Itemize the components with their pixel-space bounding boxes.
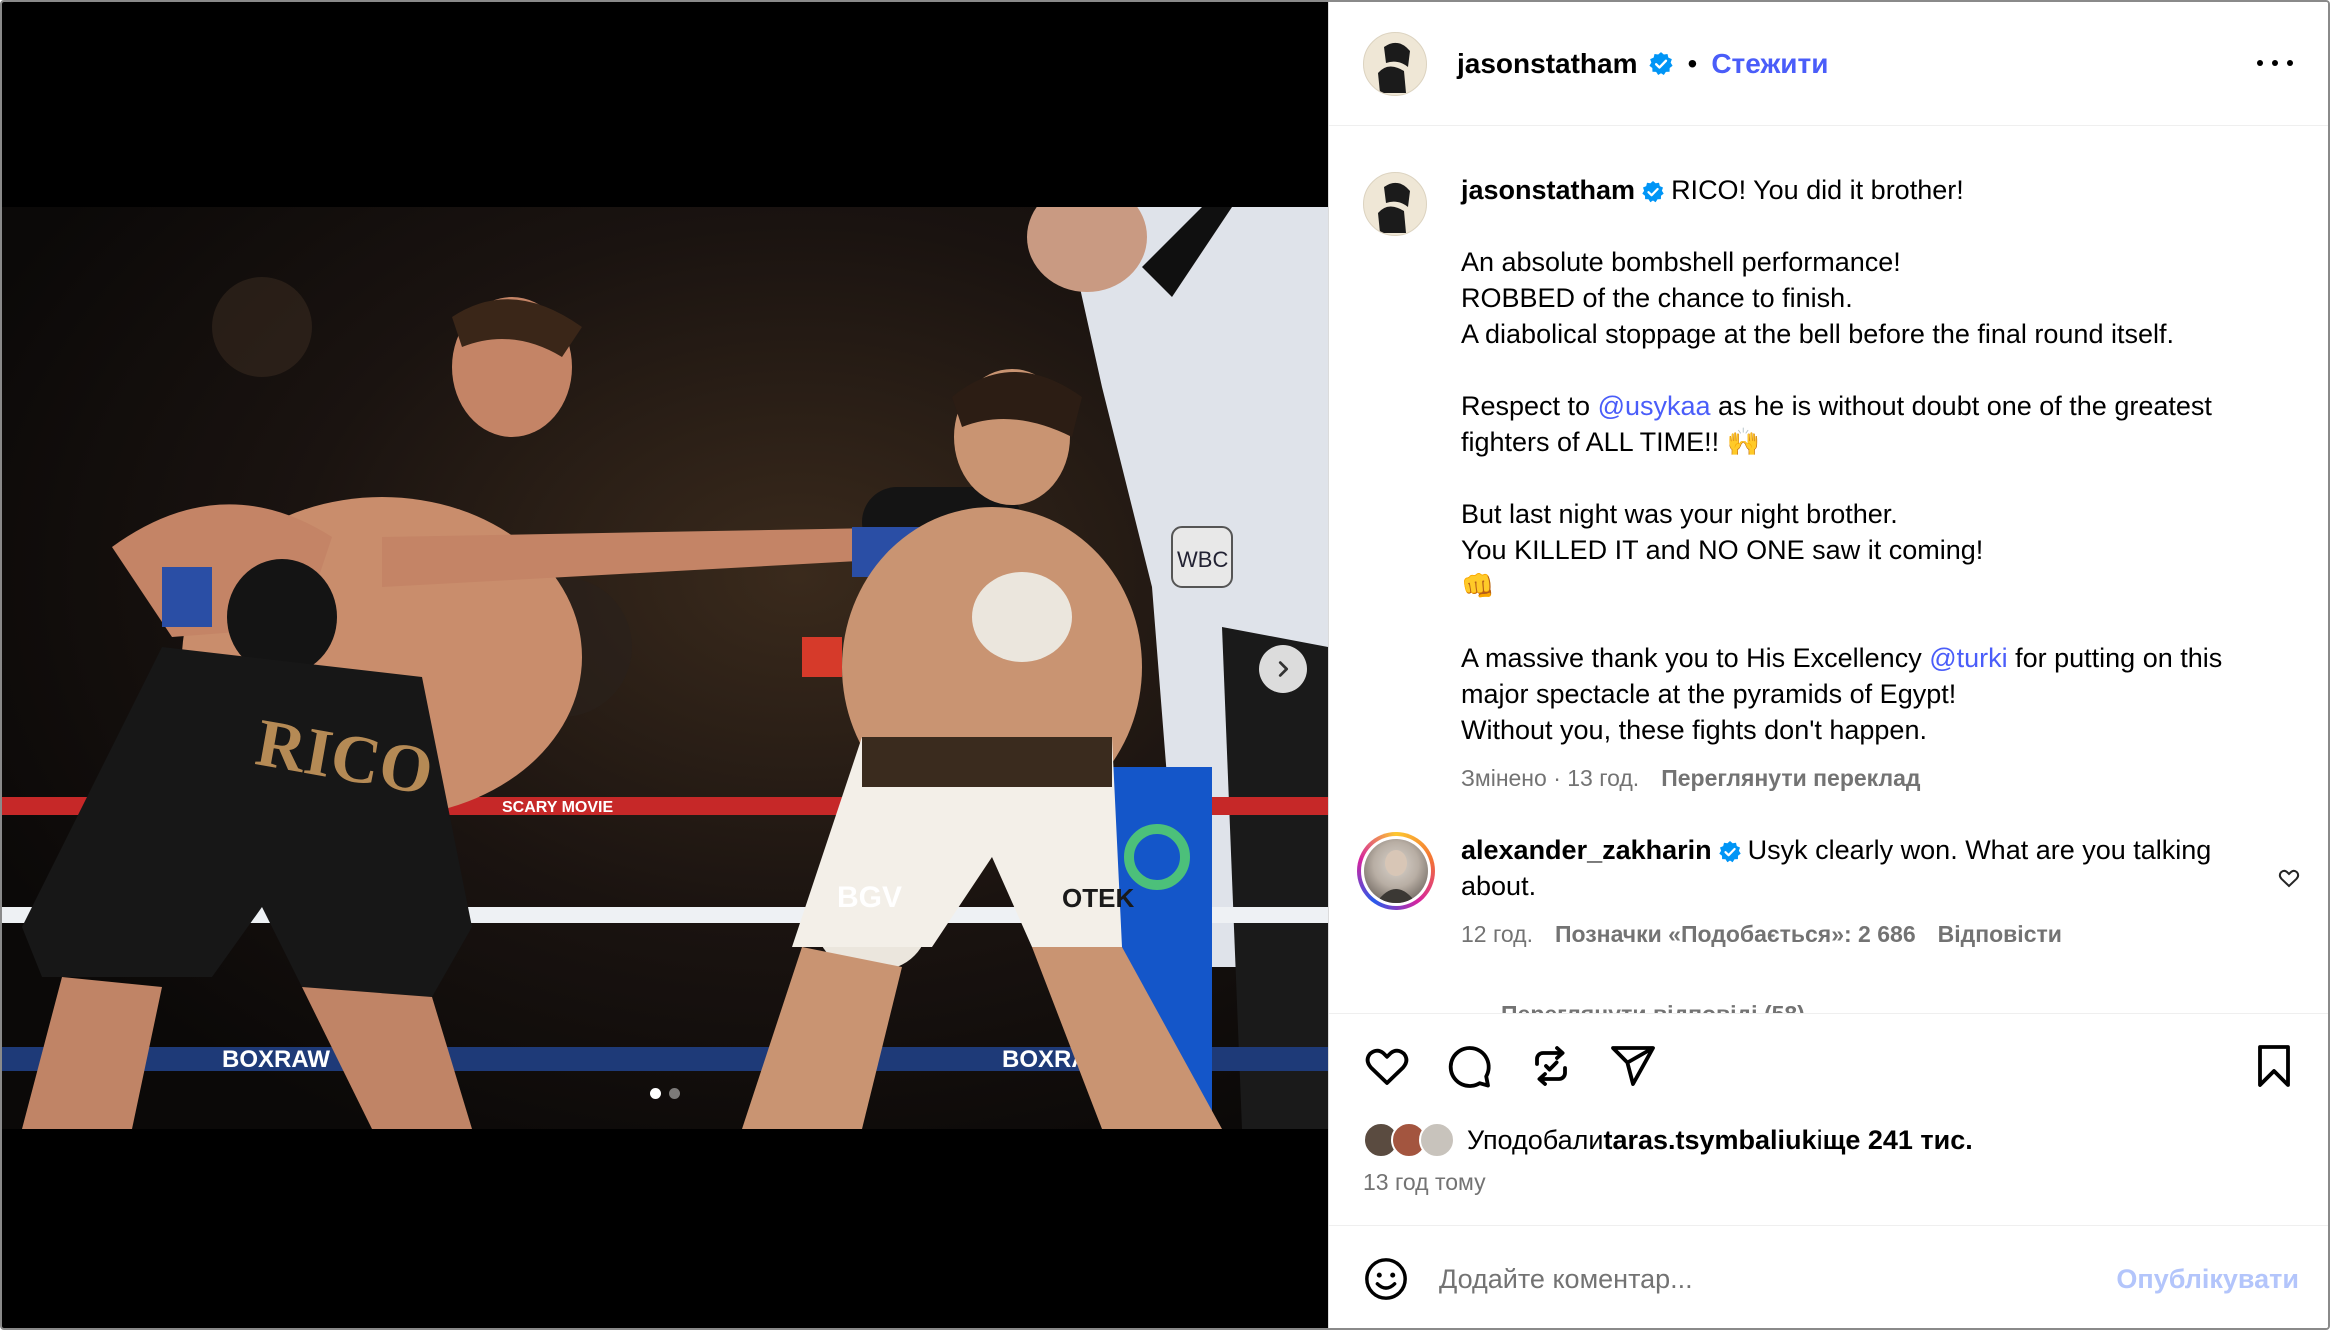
follow-button[interactable]: Стежити	[1711, 48, 1828, 80]
likes-prefix: Уподобали	[1467, 1124, 1604, 1155]
caption-blank	[1461, 208, 2291, 244]
caption-line: A diabolical stoppage at the bell before…	[1461, 319, 2174, 349]
commenter-face	[1376, 850, 1416, 903]
comment-body: alexander_zakharin Usyk clearly won. What…	[1461, 832, 2261, 952]
verified-icon	[1718, 840, 1741, 863]
post-side-panel: jasonstatham • Стежити jasonstatham RICO…	[1328, 2, 2328, 1328]
chevron-right-icon	[1278, 661, 1289, 677]
caption-author-avatar[interactable]	[1363, 172, 1427, 236]
more-options-button[interactable]	[2257, 48, 2293, 78]
photo-illustration: WBC SCARY MOVIE BOXRAW BOXRAW RICO BGV O…	[2, 207, 1328, 1129]
trunks-sponsor-2: OTEK	[1062, 883, 1134, 913]
heart-icon[interactable]	[1363, 1042, 1411, 1090]
caption-line: Without you, these fights don't happen.	[1461, 715, 1927, 745]
rope-sponsor-2: BOXRAW	[222, 1046, 330, 1073]
translate-button[interactable]: Переглянути переклад	[1661, 765, 1920, 791]
emoji-icon[interactable]	[1363, 1256, 1409, 1302]
liker-avatar	[1419, 1122, 1455, 1158]
likes-summary: Уподобали taras.tsymbaliuk і ще 241 тис.	[1363, 1122, 1973, 1158]
boxing-photo: WBC SCARY MOVIE BOXRAW BOXRAW RICO BGV O…	[2, 207, 1328, 1129]
commenter-username[interactable]: alexander_zakharin	[1461, 835, 1712, 865]
reply-button[interactable]: Відповісти	[1938, 921, 2062, 947]
next-slide-button[interactable]	[1259, 645, 1307, 693]
caption-blank	[1461, 460, 2291, 496]
caption-line: A massive thank you to His Excellency	[1461, 643, 1930, 673]
slide-dot-2	[669, 1088, 680, 1099]
author-username[interactable]: jasonstatham	[1457, 48, 1638, 80]
caption-line: ROBBED of the chance to finish.	[1461, 283, 1853, 313]
caption-line: But last night was your night brother.	[1461, 499, 1898, 529]
caption-meta: Змінено · 13 год. Переглянути переклад	[1461, 760, 2291, 796]
post-modal: WBC SCARY MOVIE BOXRAW BOXRAW RICO BGV O…	[0, 0, 2330, 1330]
comment-icon[interactable]	[1445, 1042, 1493, 1090]
caption-edited-time: Змінено · 13 год.	[1461, 765, 1640, 791]
caption-body: jasonstatham RICO! You did it brother! An…	[1461, 172, 2291, 796]
comment-meta: 12 год. Позначки «Подобається»: 2 686 Відп…	[1461, 916, 2261, 952]
caption-blank	[1461, 352, 2291, 388]
header-separator: •	[1687, 47, 1698, 79]
referee-badge-text: WBC	[1177, 547, 1228, 572]
post-caption: jasonstatham RICO! You did it brother! An…	[1363, 172, 2303, 796]
caption-line: Respect to	[1461, 391, 1598, 421]
share-icon[interactable]	[1609, 1042, 1657, 1090]
commenter-avatar[interactable]	[1357, 832, 1435, 910]
verified-icon	[1642, 180, 1664, 203]
action-icons	[1363, 1042, 1657, 1090]
post-header: jasonstatham • Стежити	[1329, 2, 2328, 126]
slide-indicator	[650, 1088, 680, 1099]
add-comment-bar: Опублікувати	[1329, 1225, 2328, 1328]
more-icon	[2257, 60, 2263, 66]
likes-count[interactable]: ще 241 тис.	[1823, 1125, 1973, 1156]
author-avatar[interactable]	[1363, 31, 1427, 96]
mention-usykaa[interactable]: @usykaa	[1598, 391, 1711, 421]
caption-line: RICO! You did it brother!	[1671, 175, 1964, 205]
caption-line: An absolute bombshell performance!	[1461, 247, 1901, 277]
caption-line: 👊	[1461, 571, 1495, 601]
caption-username[interactable]: jasonstatham	[1461, 175, 1635, 205]
verified-icon	[1648, 51, 1673, 75]
publish-button[interactable]: Опублікувати	[2116, 1264, 2299, 1295]
slide-dot-1	[650, 1088, 661, 1099]
bookmark-icon[interactable]	[2250, 1042, 2298, 1090]
mention-turki[interactable]: @turki	[1929, 643, 2007, 673]
comment-time: 12 год.	[1461, 921, 1533, 947]
trunks-sponsor-1: BGV	[837, 881, 902, 914]
liker-avatars[interactable]	[1363, 1122, 1455, 1158]
comment-likes[interactable]: Позначки «Подобається»: 2 686	[1555, 921, 1916, 947]
commenter-avatar-image	[1364, 839, 1428, 903]
view-replies-label: Переглянути відповіді (58)	[1501, 1001, 1805, 1013]
caption-line: You KILLED IT and NO ONE saw it coming!	[1461, 535, 1984, 565]
comment-heart-icon[interactable]	[2277, 866, 2301, 890]
caption-blank	[1461, 604, 2291, 640]
comment-input[interactable]	[1439, 1263, 2079, 1295]
view-replies-button[interactable]: Переглянути відповіді (58)	[1441, 1001, 1805, 1013]
post-time[interactable]: 13 год тому	[1363, 1169, 1486, 1196]
actions-divider	[1329, 1013, 2328, 1014]
comment-item: alexander_zakharin Usyk clearly won. What…	[1357, 832, 2323, 952]
repost-icon[interactable]	[1527, 1042, 1575, 1090]
author-avatar-image	[1378, 42, 1410, 93]
post-media: WBC SCARY MOVIE BOXRAW BOXRAW RICO BGV O…	[2, 2, 1328, 1328]
caption-avatar-image	[1378, 182, 1410, 233]
liker-username[interactable]: taras.tsymbaliuk	[1603, 1125, 1816, 1156]
rope-sponsor-1: SCARY MOVIE	[502, 799, 613, 816]
comments-scroll-area[interactable]: jasonstatham RICO! You did it brother! An…	[1329, 127, 2328, 1013]
